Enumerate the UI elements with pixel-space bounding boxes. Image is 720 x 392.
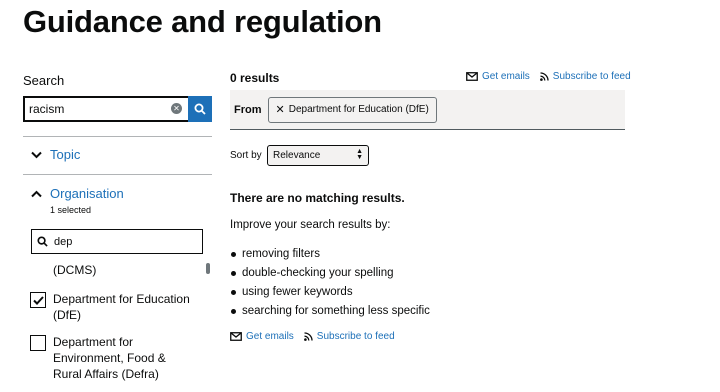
from-label: From [234, 103, 262, 116]
sort-select[interactable]: Relevance ▲ ▼ [267, 145, 369, 166]
active-filters-bar: From ✕ Department for Education (DfE) [230, 90, 625, 130]
no-results-heading: There are no matching results. [230, 191, 405, 205]
bottom-subscription-links: Get emails Subscribe to feed [230, 331, 395, 342]
sort-selected-value: Relevance [273, 150, 321, 161]
search-input[interactable] [29, 102, 159, 116]
organisation-filter-input[interactable] [54, 235, 184, 248]
option-label: Department for Environment, Food & Rural… [53, 335, 166, 381]
topic-facet-label: Topic [50, 147, 81, 162]
organisation-facet-label: Organisation [50, 186, 124, 201]
search-box: ✕ [23, 96, 212, 122]
checkbox-defra[interactable] [30, 335, 46, 351]
top-subscription-links: Get emails Subscribe to feed [466, 71, 631, 82]
organisation-filter-field[interactable] [31, 229, 203, 254]
checkbox-dfe[interactable] [30, 292, 46, 308]
email-icon [466, 72, 478, 81]
list-item: searching for something less specific [230, 302, 430, 321]
options-scrollbar[interactable] [206, 263, 210, 274]
chevron-down-icon [31, 151, 42, 158]
results-count: 0 results [230, 71, 280, 85]
organisation-facet-toggle[interactable]: Organisation [31, 186, 124, 201]
option-dcms[interactable]: (DCMS) [53, 262, 96, 278]
rss-feed-icon [303, 332, 313, 341]
filter-chip-label: Department for Education (DfE) [288, 104, 429, 115]
option-label: (DCMS) [53, 263, 97, 277]
chevron-up-icon [31, 190, 42, 197]
search-label: Search [23, 73, 65, 88]
option-defra[interactable]: Department for Environment, Food & Rural… [30, 334, 171, 382]
select-arrows-icon: ▲ ▼ [356, 148, 363, 161]
list-item: double-checking your spelling [230, 264, 430, 283]
subscribe-feed-link[interactable]: Subscribe to feed [553, 71, 631, 82]
email-icon [230, 332, 242, 341]
close-icon: ✕ [275, 104, 285, 116]
option-label: Department for Education (DfE) [53, 292, 190, 322]
improve-text: Improve your search results by: [230, 219, 391, 231]
check-icon [32, 295, 44, 305]
organisation-options-list[interactable]: (DCMS) Department for Education (DfE) De… [30, 258, 212, 392]
list-item: using fewer keywords [230, 283, 430, 302]
remove-filter-chip[interactable]: ✕ Department for Education (DfE) [267, 96, 437, 123]
list-item: removing filters [230, 245, 430, 264]
facet-divider [23, 174, 212, 175]
clear-search-icon[interactable]: ✕ [171, 103, 182, 114]
page-title: Guidance and regulation [23, 4, 382, 39]
search-field[interactable]: ✕ [23, 96, 188, 122]
facet-divider [23, 136, 212, 137]
option-dfe[interactable]: Department for Education (DfE) [30, 291, 193, 323]
selected-count: 1 selected [50, 205, 92, 215]
search-icon [194, 103, 206, 115]
subscribe-feed-link[interactable]: Subscribe to feed [317, 331, 395, 342]
get-emails-link[interactable]: Get emails [482, 71, 530, 82]
topic-facet-toggle[interactable]: Topic [31, 147, 80, 162]
sort-label: Sort by [230, 150, 262, 161]
get-emails-link[interactable]: Get emails [246, 331, 294, 342]
rss-feed-icon [539, 72, 549, 81]
search-button[interactable] [188, 96, 212, 122]
search-icon [37, 236, 48, 247]
suggestions-list: removing filters double-checking your sp… [230, 245, 430, 321]
